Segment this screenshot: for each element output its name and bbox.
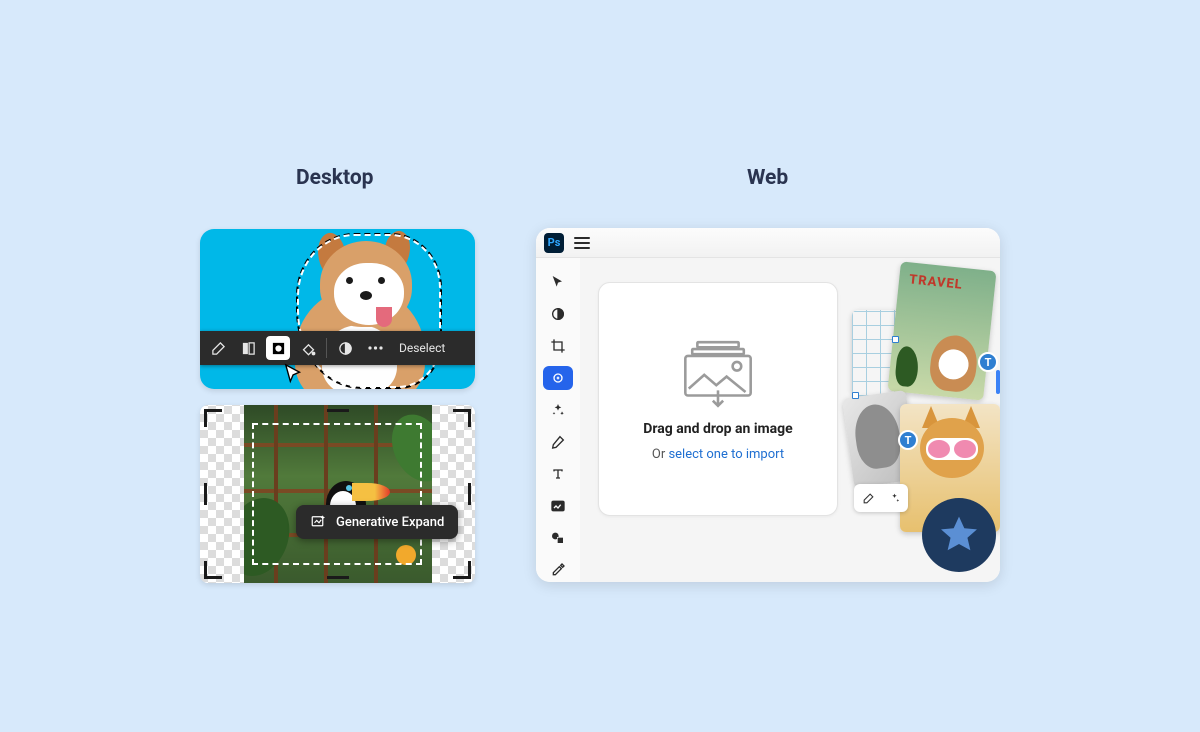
scrollbar-thumb[interactable] bbox=[996, 370, 1000, 394]
text-layer-badge-icon[interactable]: T bbox=[978, 352, 998, 372]
contextual-taskbar: Deselect bbox=[200, 331, 475, 365]
selection-handle[interactable] bbox=[892, 336, 899, 343]
example-collage: TRAVEL T T bbox=[852, 266, 1000, 576]
add-mask-icon[interactable] bbox=[236, 336, 260, 360]
adjustments-icon[interactable] bbox=[333, 336, 357, 360]
crop-handle[interactable] bbox=[327, 576, 349, 579]
deselect-button[interactable]: Deselect bbox=[393, 341, 451, 355]
cursor-arrow-icon bbox=[283, 363, 305, 385]
image-stack-icon bbox=[675, 337, 761, 411]
fill-bucket-icon[interactable] bbox=[296, 336, 320, 360]
text-layer-badge-icon[interactable]: T bbox=[898, 430, 918, 450]
web-canvas: Drag and drop an image Or select one to … bbox=[580, 258, 1000, 582]
generative-expand-button[interactable]: Generative Expand bbox=[296, 505, 458, 539]
floating-mini-toolbar bbox=[854, 484, 908, 512]
quick-actions-icon[interactable] bbox=[543, 398, 573, 422]
web-app-topbar: Ps bbox=[536, 228, 1000, 258]
hamburger-menu-icon[interactable] bbox=[574, 237, 590, 249]
photo-content bbox=[244, 405, 432, 583]
desktop-preview-generative-expand: Generative Expand bbox=[200, 405, 475, 583]
brush-tool-icon[interactable] bbox=[206, 336, 230, 360]
star-badge-icon[interactable] bbox=[922, 498, 996, 572]
drop-zone[interactable]: Drag and drop an image Or select one to … bbox=[598, 282, 838, 516]
heading-desktop: Desktop bbox=[296, 166, 374, 190]
web-app-window: Ps bbox=[536, 228, 1000, 582]
invert-mask-icon[interactable] bbox=[266, 336, 290, 360]
drop-subtitle: Or select one to import bbox=[652, 447, 784, 462]
collage-travel-card: TRAVEL bbox=[887, 261, 996, 400]
move-tool-icon[interactable] bbox=[543, 270, 573, 294]
crop-handle[interactable] bbox=[453, 409, 471, 427]
drop-title: Drag and drop an image bbox=[643, 421, 792, 437]
edit-icon[interactable] bbox=[858, 488, 878, 508]
heading-web: Web bbox=[747, 166, 788, 190]
heal-tool-icon[interactable] bbox=[543, 366, 573, 390]
crop-handle[interactable] bbox=[204, 409, 222, 427]
magic-icon[interactable] bbox=[884, 488, 904, 508]
selection-handle[interactable] bbox=[852, 392, 859, 399]
brush-tool-icon[interactable] bbox=[543, 430, 573, 454]
select-to-import-link[interactable]: select one to import bbox=[668, 447, 784, 462]
crop-handle[interactable] bbox=[327, 409, 349, 412]
crop-handle[interactable] bbox=[453, 561, 471, 579]
shapes-tool-icon[interactable] bbox=[543, 526, 573, 550]
crop-handle[interactable] bbox=[204, 483, 207, 505]
generative-expand-label: Generative Expand bbox=[336, 515, 444, 530]
type-tool-icon[interactable] bbox=[543, 462, 573, 486]
desktop-preview-selection: Deselect bbox=[200, 229, 475, 389]
adjustments-tool-icon[interactable] bbox=[543, 302, 573, 326]
crop-handle[interactable] bbox=[204, 561, 222, 579]
web-left-toolbar bbox=[536, 258, 580, 582]
more-options-icon[interactable] bbox=[363, 336, 387, 360]
crop-handle[interactable] bbox=[468, 483, 471, 505]
eyedropper-tool-icon[interactable] bbox=[543, 558, 573, 582]
collage-travel-label: TRAVEL bbox=[908, 272, 963, 293]
crop-tool-icon[interactable] bbox=[543, 334, 573, 358]
image-tool-icon[interactable] bbox=[543, 494, 573, 518]
photoshop-logo-icon[interactable]: Ps bbox=[544, 233, 564, 253]
